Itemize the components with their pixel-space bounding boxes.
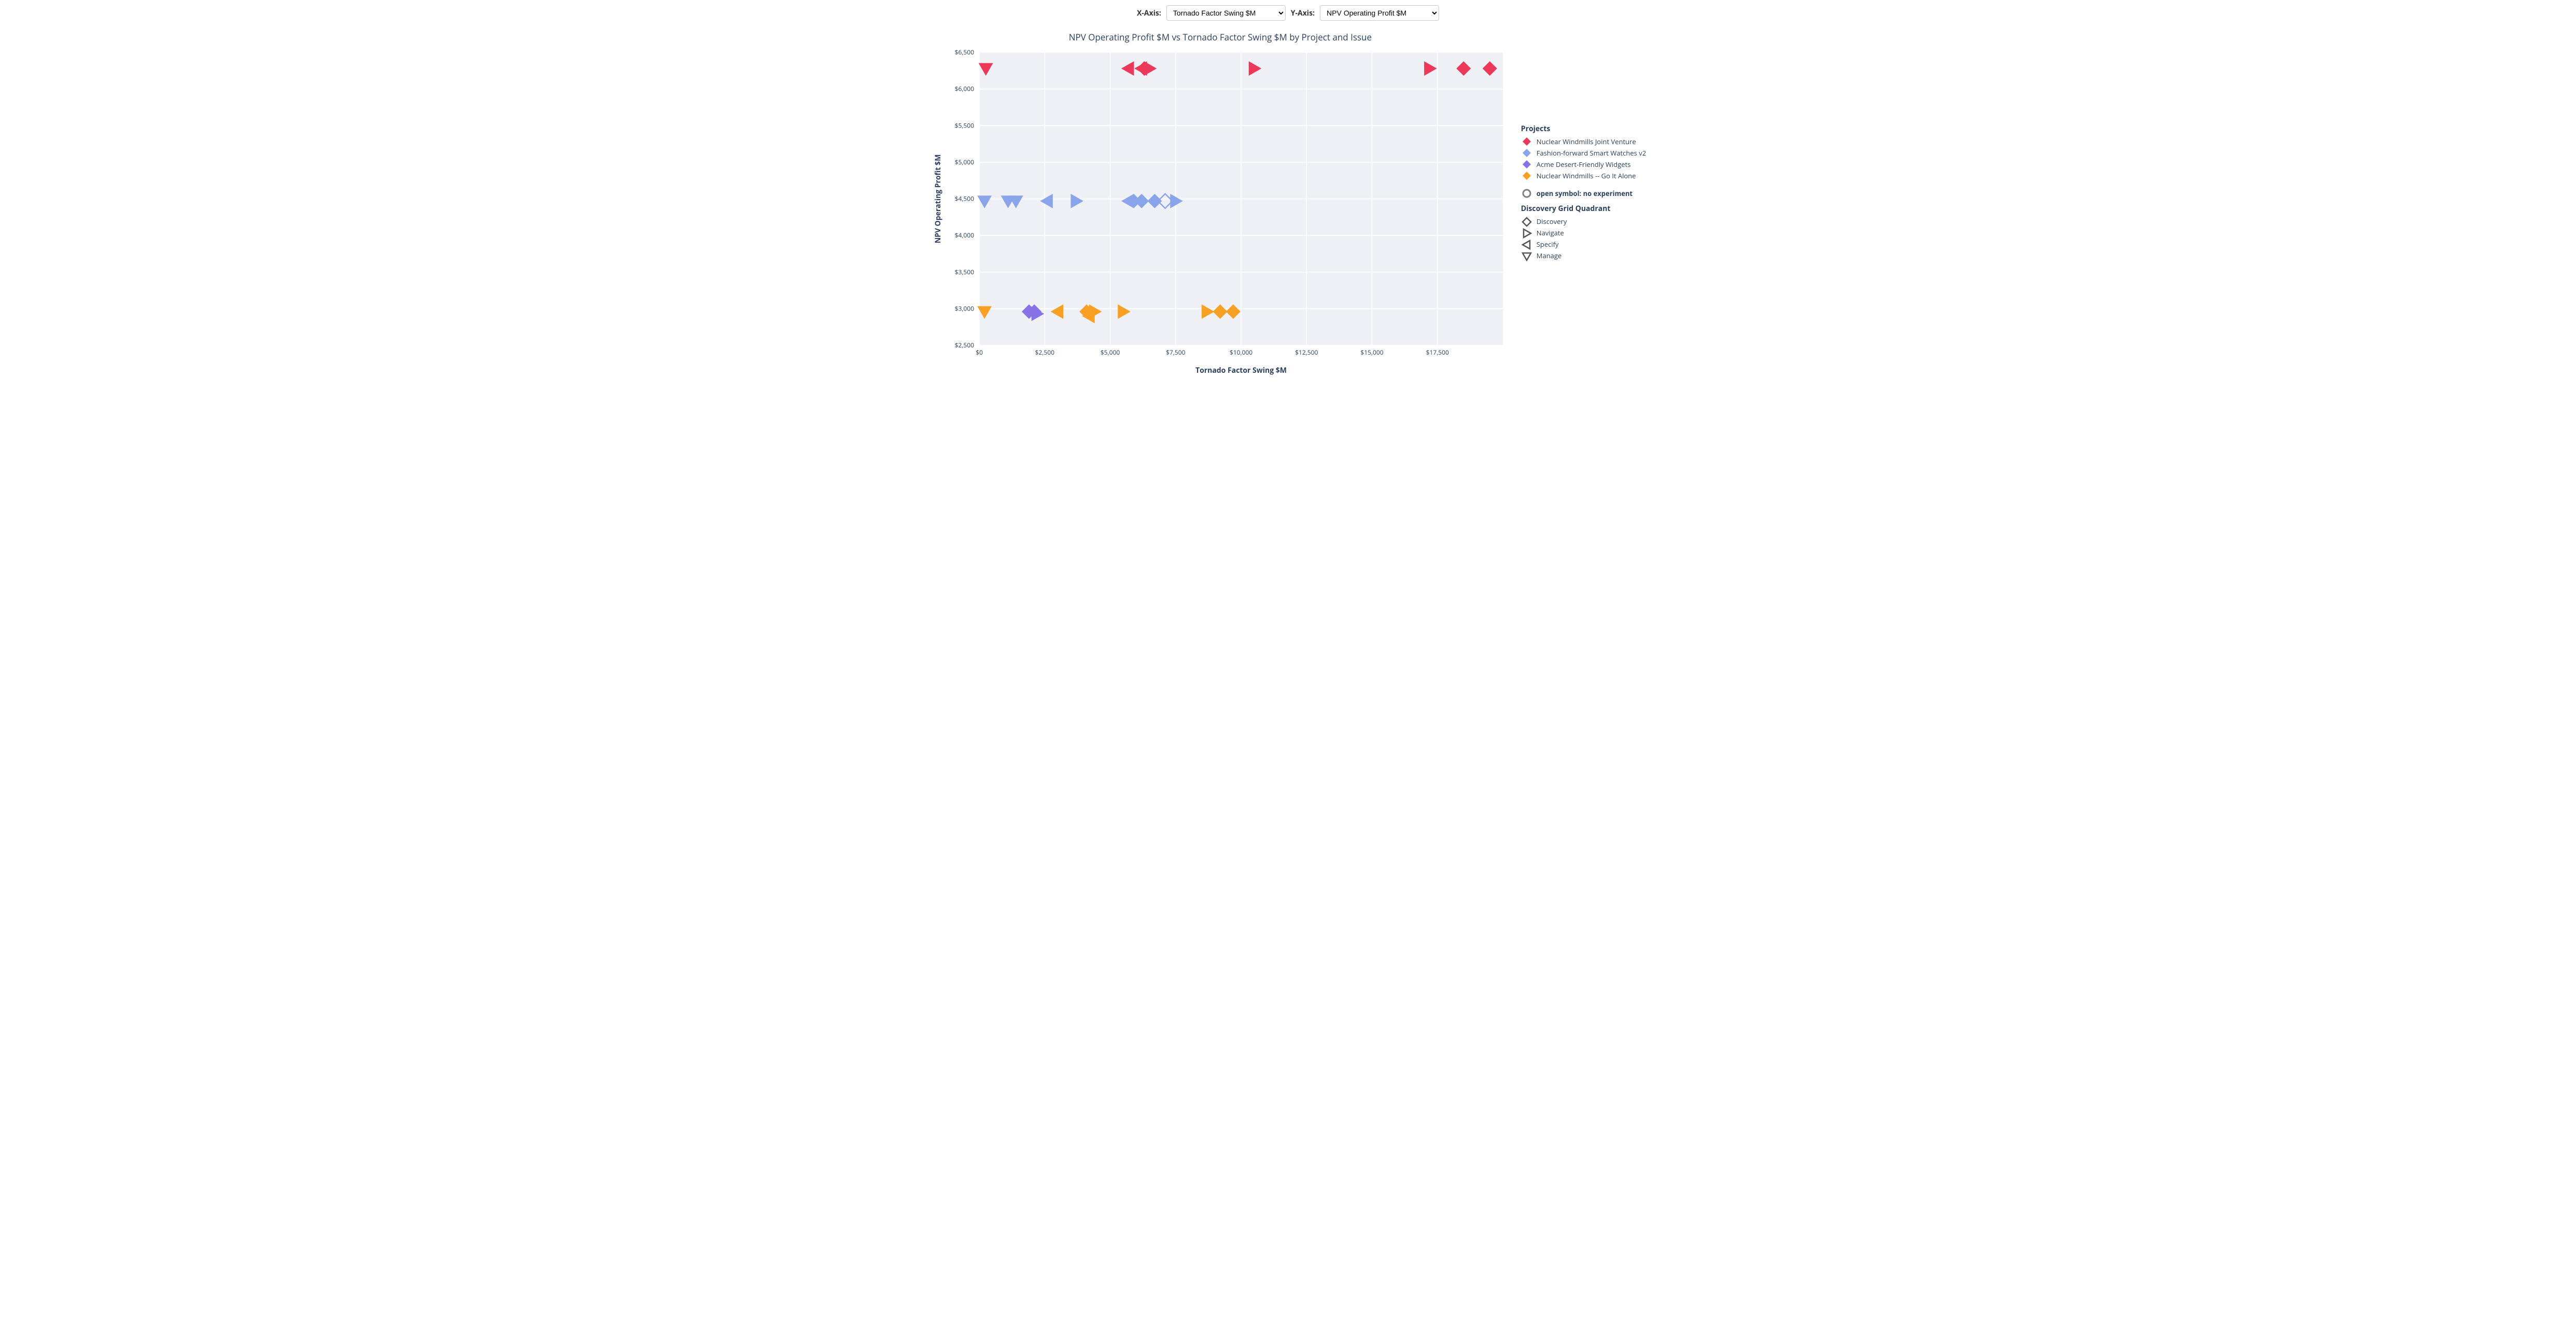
legend-open-symbol: open symbol: no experiment <box>1521 188 1646 199</box>
svg-text:$12,500: $12,500 <box>1295 348 1318 357</box>
svg-text:$10,000: $10,000 <box>1230 348 1252 357</box>
chart-title: NPV Operating Profit $M vs Tornado Facto… <box>930 31 1511 43</box>
y-axis-label: Y-Axis: <box>1291 8 1315 18</box>
svg-text:$7,500: $7,500 <box>1166 348 1186 357</box>
x-axis-select[interactable]: Tornado Factor Swing $M <box>1166 5 1286 21</box>
legend-project-item[interactable]: Nuclear Windmills Joint Venture <box>1521 136 1646 147</box>
svg-text:$3,000: $3,000 <box>954 304 974 313</box>
svg-text:$3,500: $3,500 <box>954 268 974 276</box>
svg-text:$4,000: $4,000 <box>954 231 974 240</box>
legend-quadrant-item[interactable]: Navigate <box>1521 228 1646 239</box>
legend-quadrant-item[interactable]: Specify <box>1521 239 1646 250</box>
legend-project-item[interactable]: Nuclear Windmills -- Go It Alone <box>1521 170 1646 181</box>
legend-quadrant-item[interactable]: Manage <box>1521 250 1646 262</box>
svg-text:$4,500: $4,500 <box>954 194 974 203</box>
svg-text:Tornado Factor Swing $M: Tornado Factor Swing $M <box>1195 366 1287 375</box>
svg-text:$6,500: $6,500 <box>954 48 974 57</box>
svg-text:$6,000: $6,000 <box>954 85 974 93</box>
legend-projects-heading: Projects <box>1521 123 1646 135</box>
svg-text:$2,500: $2,500 <box>1035 348 1054 357</box>
svg-text:$5,000: $5,000 <box>954 158 974 166</box>
legend-project-item[interactable]: Fashion-forward Smart Watches v2 <box>1521 147 1646 159</box>
x-axis-label: X-Axis: <box>1137 8 1161 18</box>
chart-area: NPV Operating Profit $M vs Tornado Facto… <box>930 26 1511 379</box>
legend-quadrant-heading: Discovery Grid Quadrant <box>1521 203 1646 215</box>
svg-text:$15,000: $15,000 <box>1360 348 1383 357</box>
svg-text:$5,500: $5,500 <box>954 121 974 130</box>
axis-controls: X-Axis: Tornado Factor Swing $M Y-Axis: … <box>5 5 2571 21</box>
svg-text:$2,500: $2,500 <box>954 341 974 349</box>
svg-text:$17,500: $17,500 <box>1426 348 1448 357</box>
legend-project-item[interactable]: Acme Desert-Friendly Widgets <box>1521 159 1646 170</box>
legend-quadrant-item[interactable]: Discovery <box>1521 216 1646 228</box>
svg-text:$0: $0 <box>976 348 983 357</box>
scatter-chart[interactable]: $0$2,500$5,000$7,500$10,000$12,500$15,00… <box>930 47 1511 379</box>
y-axis-select[interactable]: NPV Operating Profit $M <box>1320 5 1439 21</box>
legend: ProjectsNuclear Windmills Joint VentureF… <box>1521 26 1646 262</box>
svg-text:NPV Operating Profit $M: NPV Operating Profit $M <box>933 155 943 244</box>
svg-text:$5,000: $5,000 <box>1101 348 1120 357</box>
